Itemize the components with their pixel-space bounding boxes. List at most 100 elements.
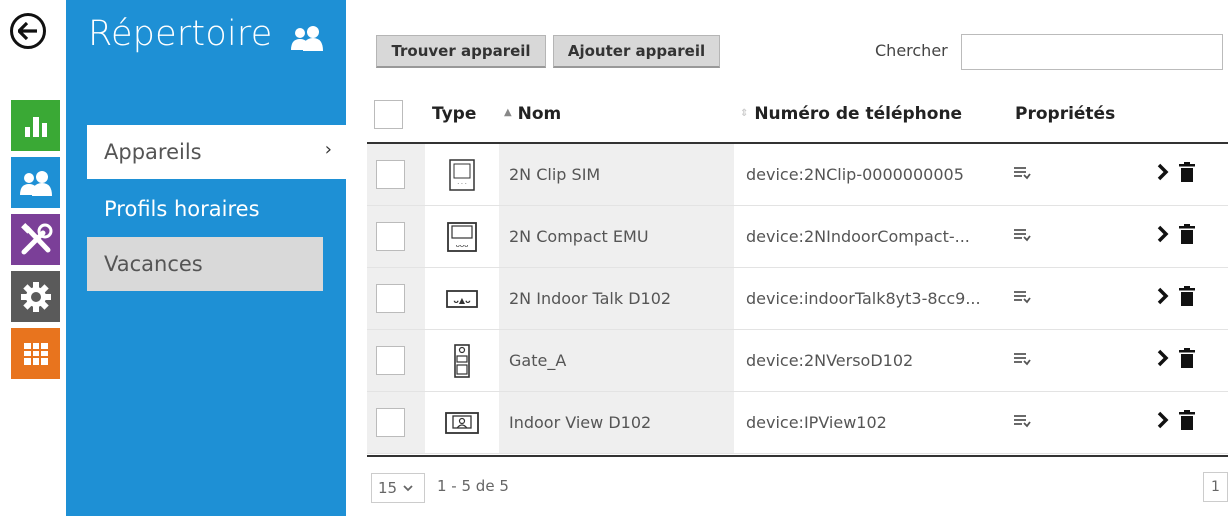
search-input[interactable] <box>961 34 1223 70</box>
rail-settings-button[interactable] <box>11 271 60 322</box>
properties-list-icon[interactable] <box>1013 290 1031 304</box>
type-cell: ᴗᴗᴗ <box>425 206 499 267</box>
row-actions <box>1157 348 1195 368</box>
tools-icon <box>20 222 52 254</box>
properties-list-icon[interactable] <box>1013 166 1031 180</box>
nav-item-label: Vacances <box>104 252 203 276</box>
device-phone: device:IPView102 <box>746 413 887 432</box>
nav-item-profils-horaires[interactable]: Profils horaires <box>87 182 346 236</box>
back-button[interactable] <box>10 13 46 49</box>
svg-text:ᴗᴗᴗ: ᴗᴗᴗ <box>456 241 469 249</box>
type-cell: · · · <box>425 144 499 205</box>
type-cell <box>425 330 499 391</box>
device-name: Gate_A <box>499 330 734 391</box>
table-row[interactable]: ᴗ▲ᴗ 2N Indoor Talk D102 device:indoorTal… <box>367 268 1228 330</box>
trash-icon[interactable] <box>1179 224 1195 244</box>
checkbox-cell <box>367 392 425 453</box>
nav-item-appareils[interactable]: Appareils › <box>87 125 346 179</box>
device-name: 2N Compact EMU <box>499 206 734 267</box>
edit-chevron-icon[interactable] <box>1157 349 1169 367</box>
trash-icon[interactable] <box>1179 286 1195 306</box>
edit-chevron-icon[interactable] <box>1157 411 1169 429</box>
checkbox-cell <box>367 268 425 329</box>
device-phone: device:2NClip-0000000005 <box>746 165 964 184</box>
search-label: Chercher <box>875 41 948 60</box>
nav-item-label: Profils horaires <box>104 197 260 221</box>
nav-item-vacances[interactable]: Vacances <box>87 237 323 291</box>
chevron-down-icon <box>403 484 413 491</box>
device-phone: device:2NVersoD102 <box>746 351 914 370</box>
edit-chevron-icon[interactable] <box>1157 225 1169 243</box>
table-row[interactable]: · · · 2N Clip SIM device:2NClip-00000000… <box>367 144 1228 206</box>
page-title: Répertoire <box>88 14 273 54</box>
chevron-right-icon: › <box>324 139 332 160</box>
row-checkbox[interactable] <box>376 160 405 189</box>
edit-chevron-icon[interactable] <box>1157 163 1169 181</box>
table-row[interactable]: Indoor View D102 device:IPView102 <box>367 392 1228 454</box>
column-header-phone-label: Numéro de téléphone <box>754 104 963 124</box>
column-header-name[interactable]: ▲ Nom <box>504 104 561 124</box>
trash-icon[interactable] <box>1179 162 1195 182</box>
view-device-icon <box>445 411 479 434</box>
trash-icon[interactable] <box>1179 348 1195 368</box>
svg-text:ᴗ▲ᴗ: ᴗ▲ᴗ <box>453 296 471 305</box>
compact-device-icon: ᴗᴗᴗ <box>447 221 477 252</box>
column-header-properties: Propriétés <box>1015 104 1116 124</box>
row-checkbox[interactable] <box>376 408 405 437</box>
column-header-type: Type <box>432 104 477 124</box>
section-sidebar: Répertoire Appareils › Profils horaires … <box>66 0 346 516</box>
properties-list-icon[interactable] <box>1013 352 1031 366</box>
bar-chart-icon <box>24 116 47 137</box>
users-icon <box>19 170 52 196</box>
svg-text:· · ·: · · · <box>457 181 467 188</box>
device-phone: device:2NIndoorCompact-... <box>746 227 970 246</box>
arrow-left-icon <box>18 22 37 40</box>
device-name: 2N Clip SIM <box>499 144 734 205</box>
find-device-button[interactable]: Trouver appareil <box>376 35 546 68</box>
properties-list-icon[interactable] <box>1013 228 1031 242</box>
type-cell <box>425 392 499 453</box>
table-bottom-divider <box>367 455 1228 457</box>
page-1-button[interactable]: 1 <box>1203 472 1228 502</box>
trash-icon[interactable] <box>1179 410 1195 430</box>
type-cell: ᴗ▲ᴗ <box>425 268 499 329</box>
table-row[interactable]: ᴗᴗᴗ 2N Compact EMU device:2NIndoorCompac… <box>367 206 1228 268</box>
rail-tools-button[interactable] <box>11 214 60 265</box>
column-header-phone[interactable]: ⇕ Numéro de téléphone <box>740 104 962 124</box>
verso-device-icon <box>454 343 470 378</box>
talk-device-icon: ᴗ▲ᴗ <box>446 289 478 308</box>
device-name: 2N Indoor Talk D102 <box>499 268 734 329</box>
table-row[interactable]: Gate_A device:2NVersoD102 <box>367 330 1228 392</box>
pager-info: 1 - 5 de 5 <box>437 477 509 495</box>
row-actions <box>1157 224 1195 244</box>
column-header-name-label: Nom <box>517 104 562 124</box>
row-actions <box>1157 410 1195 430</box>
users-icon <box>291 26 323 51</box>
edit-chevron-icon[interactable] <box>1157 287 1169 305</box>
page-size-select[interactable]: 15 <box>371 473 425 503</box>
device-phone: device:indoorTalk8yt3-8cc9... <box>746 289 981 308</box>
checkbox-cell <box>367 144 425 205</box>
sort-both-icon: ⇕ <box>740 108 749 119</box>
page-size-value: 15 <box>378 479 398 497</box>
properties-list-icon[interactable] <box>1013 414 1031 428</box>
clip-device-icon: · · · <box>449 158 475 191</box>
rail-directory-button[interactable] <box>11 157 60 208</box>
row-actions <box>1157 162 1195 182</box>
rail-statistics-button[interactable] <box>11 100 60 151</box>
checkbox-cell <box>367 206 425 267</box>
icon-rail <box>0 0 66 516</box>
sort-asc-icon: ▲ <box>504 107 512 118</box>
row-actions <box>1157 286 1195 306</box>
device-name: Indoor View D102 <box>499 392 734 453</box>
grid-icon <box>23 342 48 365</box>
rail-services-button[interactable] <box>11 328 60 379</box>
select-all-checkbox[interactable] <box>374 100 403 129</box>
row-checkbox[interactable] <box>376 222 405 251</box>
nav-item-label: Appareils <box>104 140 202 164</box>
checkbox-cell <box>367 330 425 391</box>
add-device-button[interactable]: Ajouter appareil <box>553 35 720 68</box>
row-checkbox[interactable] <box>376 346 405 375</box>
gear-icon <box>20 281 51 312</box>
row-checkbox[interactable] <box>376 284 405 313</box>
